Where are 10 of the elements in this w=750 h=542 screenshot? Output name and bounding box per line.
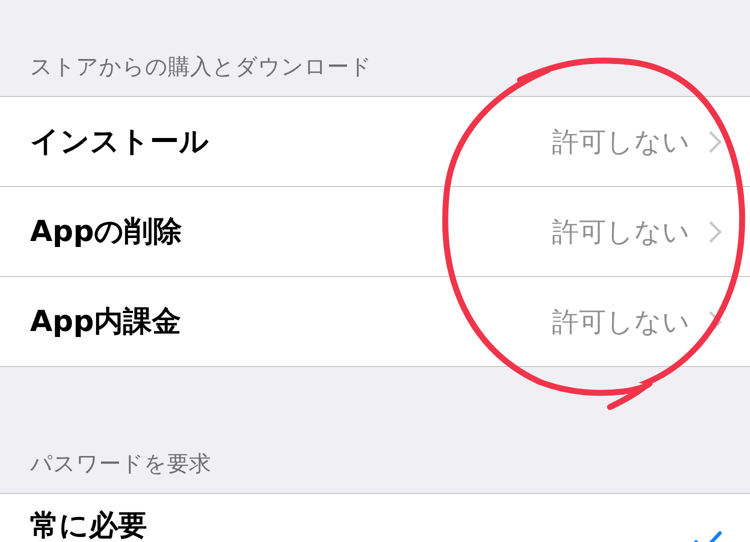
chevron-icon[interactable] — [708, 220, 722, 244]
setting-label: インストール — [30, 122, 210, 160]
setting-label: Appの削除 — [30, 212, 183, 250]
setting-label: App内課金 — [30, 302, 182, 340]
section-header: パスワードを要求 — [30, 451, 211, 479]
chevron-icon[interactable] — [708, 130, 722, 154]
setting-value: 許可しない — [552, 216, 690, 250]
setting-value: 許可しない — [552, 306, 690, 340]
section-header: ストアからの購入とダウンロード — [30, 54, 372, 82]
setting-value: 許可しない — [552, 126, 690, 160]
